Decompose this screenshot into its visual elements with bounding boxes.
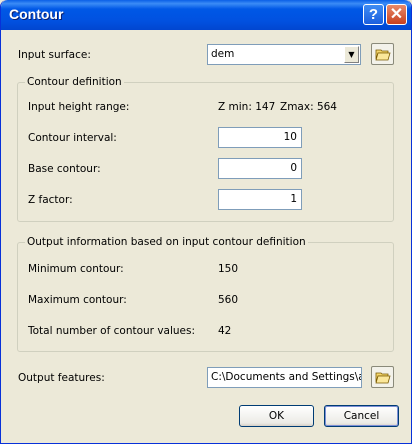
maximum-contour-value: 560 (218, 294, 239, 306)
height-range-label: Input height range: (28, 101, 130, 113)
contour-definition-legend: Contour definition (25, 76, 124, 88)
output-features-label: Output features: (18, 372, 105, 384)
input-surface-label: Input surface: (18, 49, 91, 61)
folder-open-icon (375, 372, 391, 384)
close-button[interactable]: ✕ (386, 4, 407, 25)
window-title: Contour (9, 6, 64, 22)
zmax-value: Zmax: 564 (280, 101, 337, 113)
total-contour-values-label: Total number of contour values: (28, 325, 196, 337)
browse-output-button[interactable] (371, 366, 394, 388)
contour-interval-input[interactable]: 10 (218, 127, 302, 148)
folder-open-icon (375, 49, 391, 61)
output-info-legend: Output information based on input contou… (25, 236, 308, 248)
help-icon: ? (368, 6, 379, 23)
minimum-contour-value: 150 (218, 263, 239, 275)
zmin-value: Z min: 147 (218, 101, 276, 113)
output-features-input[interactable]: C:\Documents and Settings\ad (207, 367, 362, 388)
base-contour-value: 0 (290, 162, 297, 174)
help-button[interactable]: ? (363, 4, 384, 25)
close-icon: ✕ (389, 6, 404, 23)
contour-interval-label: Contour interval: (28, 132, 117, 144)
title-bar[interactable]: Contour ? ✕ (1, 0, 411, 30)
z-factor-value: 1 (290, 193, 297, 205)
base-contour-input[interactable]: 0 (218, 158, 302, 179)
contour-interval-value: 10 (283, 131, 297, 143)
input-surface-dropdown[interactable]: dem ▼ (207, 44, 361, 65)
base-contour-label: Base contour: (28, 163, 101, 175)
minimum-contour-label: Minimum contour: (28, 263, 124, 275)
output-features-value: C:\Documents and Settings\ad (211, 371, 362, 383)
chevron-down-icon[interactable]: ▼ (344, 46, 359, 63)
browse-input-button[interactable] (371, 43, 394, 65)
z-factor-input[interactable]: 1 (218, 189, 302, 210)
total-contour-values-value: 42 (218, 325, 232, 337)
cancel-button[interactable]: Cancel (324, 405, 399, 427)
ok-button[interactable]: OK (239, 405, 314, 427)
input-surface-value: dem (211, 48, 235, 60)
z-factor-label: Z factor: (28, 194, 73, 206)
contour-dialog: Contour ? ✕ Input surface: dem ▼ Contour… (0, 0, 412, 444)
maximum-contour-label: Maximum contour: (28, 294, 127, 306)
